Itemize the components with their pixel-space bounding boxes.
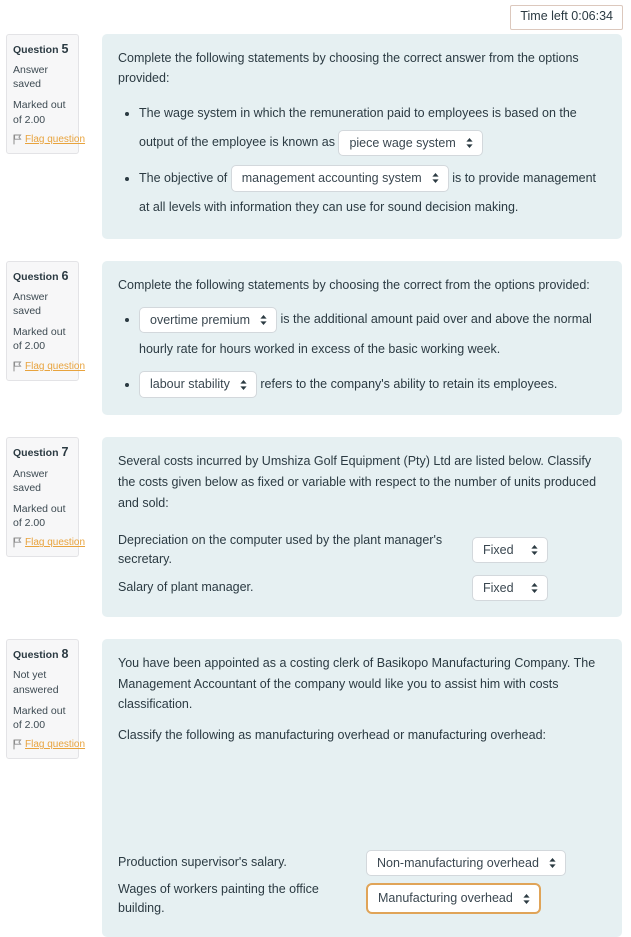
question-number-label: Question: [13, 43, 59, 56]
question-body-6: Complete the following statements by cho…: [102, 260, 622, 416]
answer-select-value: Non-manufacturing overhead: [377, 855, 539, 870]
statement-text-after: refers to the company's ability to retai…: [260, 376, 558, 391]
answer-select-value: Fixed: [483, 542, 514, 557]
question-number-7: Question 7: [13, 445, 73, 459]
classification-row: Depreciation on the computer used by the…: [118, 531, 606, 569]
question-number-8: Question 8: [13, 647, 73, 661]
question-state-5: Answer saved: [13, 64, 49, 91]
flag-icon: [13, 361, 22, 372]
chevron-updown-icon: [259, 314, 268, 326]
answer-select-value: piece wage system: [349, 135, 456, 150]
question-state-7: Answer saved: [13, 467, 49, 494]
answer-select-q7-1[interactable]: Fixed: [472, 536, 548, 564]
classification-rows-8: Production supervisor's salary. Non-manu…: [118, 849, 606, 918]
question-info-7: Question 7 Answer saved Marked out of 2.…: [6, 437, 85, 558]
statement-list-6: overtime premium is the additional amoun…: [118, 305, 606, 399]
classification-label: Production supervisor's salary.: [118, 855, 287, 870]
flag-question-row-6[interactable]: Flag question: [13, 361, 85, 372]
answer-select-q6-2[interactable]: labour stability: [139, 371, 257, 398]
question-number-label: Question: [13, 270, 59, 283]
quiz-page: Time left 0:06:34 Question 5 Answer save…: [0, 0, 631, 937]
classification-rows-7: Depreciation on the computer used by the…: [118, 531, 606, 601]
question-intro-7: Several costs incurred by Umshiza Golf E…: [118, 454, 597, 510]
question-block-5: Question 5 Answer saved Marked out of 2.…: [0, 33, 631, 239]
statement-text-before: The objective of: [139, 170, 228, 185]
question-number-label: Question: [13, 649, 59, 661]
question-number-5: Question 5: [13, 42, 73, 56]
question-spacer: [118, 756, 606, 832]
flag-question-link-8[interactable]: Flag question: [25, 739, 85, 750]
question-number-label: Question: [13, 447, 59, 460]
question-block-7: Question 7 Answer saved Marked out of 2.…: [0, 437, 631, 617]
classification-label: Wages of workers painting the office bui…: [118, 881, 319, 915]
timer-row: Time left 0:06:34: [0, 0, 631, 30]
answer-select-value: overtime premium: [150, 312, 251, 327]
question-block-8: Question 8 Not yet answered Marked out o…: [0, 639, 631, 937]
question-number-value: 5: [61, 41, 69, 56]
question-body-7: Several costs incurred by Umshiza Golf E…: [102, 437, 622, 617]
answer-select-q5-2[interactable]: management accounting system: [230, 165, 449, 192]
statement-item: overtime premium is the additional amoun…: [139, 305, 606, 364]
classification-label: Depreciation on the computer used by the…: [118, 533, 443, 566]
flag-question-row-5[interactable]: Flag question: [13, 134, 85, 145]
flag-question-link-7[interactable]: Flag question: [25, 537, 85, 548]
question-number-6: Question 6: [13, 269, 73, 283]
answer-select-q5-1[interactable]: piece wage system: [338, 129, 483, 157]
question-intro-8: You have been appointed as a costing cle…: [118, 656, 596, 712]
answer-select-q7-2[interactable]: Fixed: [472, 574, 548, 601]
answer-select-value: Manufacturing overhead: [378, 891, 513, 906]
question-state-8: Not yet answered: [13, 669, 59, 696]
question-intro2-8: Classify the following as manufacturing …: [118, 727, 547, 742]
question-info-6: Question 6 Answer saved Marked out of 2.…: [6, 260, 85, 381]
flag-icon: [13, 537, 22, 548]
question-body-5: Complete the following statements by cho…: [102, 33, 622, 239]
chevron-updown-icon: [465, 137, 474, 149]
answer-select-value: management accounting system: [241, 171, 422, 186]
statement-item: The objective of management accounting s…: [139, 164, 606, 223]
chevron-updown-icon: [431, 172, 440, 184]
flag-question-link-6[interactable]: Flag question: [25, 361, 85, 372]
question-number-value: 7: [61, 445, 69, 460]
statement-item: The wage system in which the remuneratio…: [139, 99, 606, 158]
question-intro-6: Complete the following statements by cho…: [118, 277, 590, 292]
chevron-updown-icon: [239, 379, 248, 391]
question-number-value: 6: [61, 268, 69, 283]
question-body-8: You have been appointed as a costing cle…: [102, 639, 622, 937]
question-marks-6: Marked out of 2.00: [13, 326, 66, 353]
chevron-updown-icon: [548, 857, 557, 869]
statement-item: labour stability refers to the company's…: [139, 370, 606, 399]
quiz-timer: Time left 0:06:34: [510, 5, 623, 30]
question-marks-7: Marked out of 2.00: [13, 502, 66, 530]
classification-row: Wages of workers painting the office bui…: [118, 880, 606, 918]
question-marks-8: Marked out of 2.00: [13, 704, 66, 731]
question-intro-5: Complete the following statements by cho…: [118, 50, 579, 86]
answer-select-q8-2[interactable]: Manufacturing overhead: [366, 883, 541, 914]
answer-select-q8-1[interactable]: Non-manufacturing overhead: [366, 849, 566, 876]
question-state-6: Answer saved: [13, 290, 49, 318]
answer-select-value: Fixed: [483, 580, 514, 595]
flag-icon: [13, 134, 22, 145]
flag-question-row-8[interactable]: Flag question: [13, 739, 85, 750]
flag-question-row-7[interactable]: Flag question: [13, 537, 85, 548]
chevron-updown-icon: [530, 544, 539, 556]
question-block-6: Question 6 Answer saved Marked out of 2.…: [0, 260, 631, 416]
answer-select-q6-1[interactable]: overtime premium: [139, 306, 278, 334]
classification-row: Production supervisor's salary. Non-manu…: [118, 849, 606, 876]
question-info-5: Question 5 Answer saved Marked out of 2.…: [6, 33, 85, 154]
classification-label: Salary of plant manager.: [118, 580, 254, 595]
classification-row: Salary of plant manager. Fixed: [118, 574, 606, 601]
question-marks-5: Marked out of 2.00: [13, 99, 66, 126]
flag-icon: [13, 739, 22, 750]
question-number-value: 8: [61, 647, 69, 661]
question-info-8: Question 8 Not yet answered Marked out o…: [6, 639, 85, 760]
chevron-updown-icon: [530, 582, 539, 594]
chevron-updown-icon: [522, 893, 531, 905]
answer-select-value: labour stability: [150, 377, 230, 392]
flag-question-link-5[interactable]: Flag question: [25, 134, 85, 145]
statement-list-5: The wage system in which the remuneratio…: [118, 99, 606, 223]
